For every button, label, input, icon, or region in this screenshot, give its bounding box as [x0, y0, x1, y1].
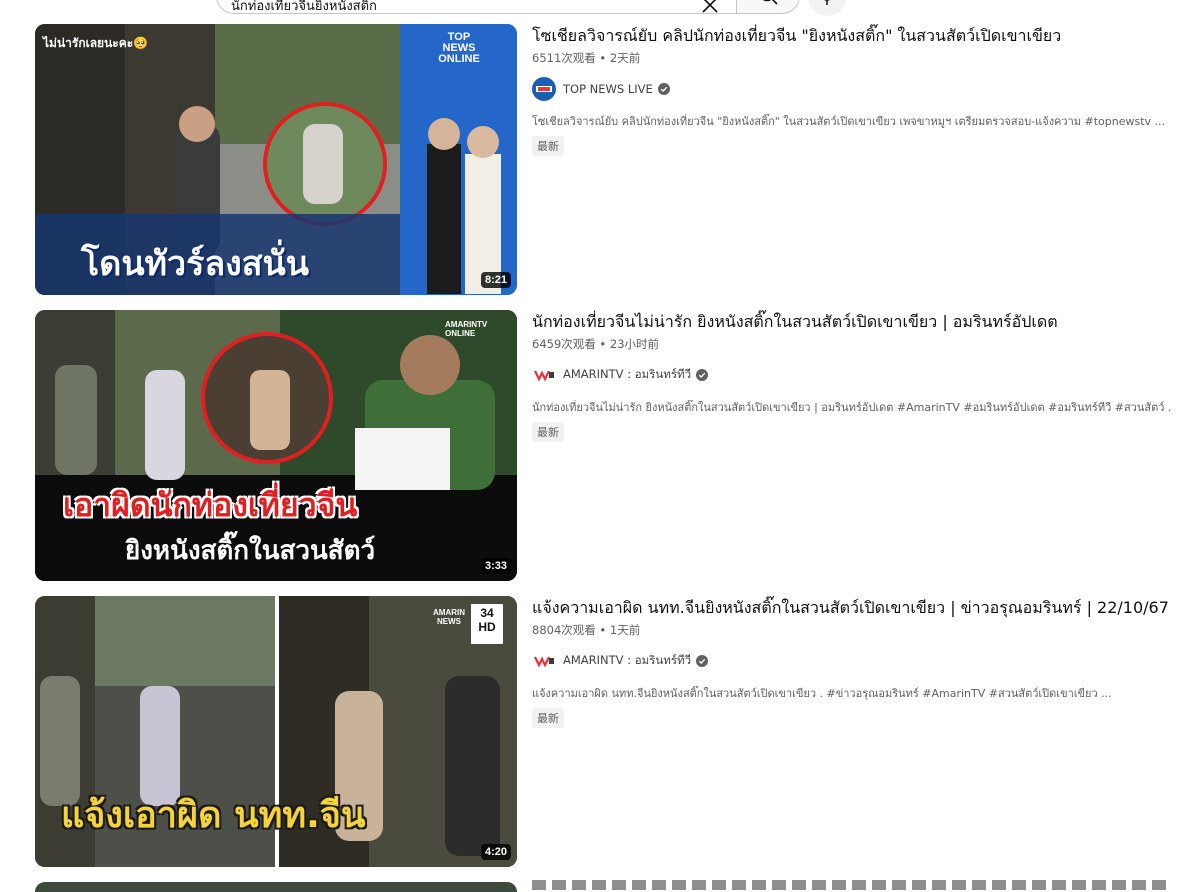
search-input[interactable]: นักท่องเที่ยวจีนยิงหนังสติ๊ก [216, 0, 736, 14]
video-thumbnail[interactable]: ไม่น่ารักเลยนะคะ🥺 โดนทัวร์ลงสนั่น TOP NE… [35, 24, 517, 295]
video-duration: 3:33 [480, 558, 511, 574]
thumbnail-caption: แจ้งเอาผิด นทท.จีน [61, 795, 366, 836]
channel-name[interactable]: AMARINTV : อมรินทร์ทีวี [563, 366, 691, 384]
search-button[interactable] [736, 0, 800, 14]
new-badge: 最新 [532, 422, 564, 442]
channel-logo: AMARINTV ONLINE [445, 320, 488, 338]
top-news-logo-icon [536, 86, 552, 92]
channel-avatar[interactable] [532, 649, 556, 673]
video-description: แจ้งความเอาผิด นทท.จีนยิงหนังสติ๊กในสวนส… [532, 687, 1112, 700]
channel-number-badge: 34 HD [478, 606, 496, 634]
thumbnail-caption-secondary: ยิงหนังสติ๊กในสวนสัตว์ [125, 536, 376, 566]
channel-logo: AMARIN NEWS [433, 608, 465, 626]
amarin-logo-icon [534, 656, 554, 668]
view-count: 6459次观看 [532, 337, 596, 351]
video-title[interactable]: แจ้งความเอาผิด นทท.จีนยิงหนังสติ๊กในสวนส… [532, 597, 1199, 619]
video-title[interactable]: นักท่องเที่ยวจีนไม่น่ารัก ยิงหนังสติ๊กใน… [532, 311, 1199, 333]
verified-icon [696, 369, 709, 381]
close-icon[interactable] [700, 0, 726, 18]
voice-search-button[interactable] [808, 0, 846, 16]
video-info: นักท่องเที่ยวจีนไม่น่ารัก ยิงหนังสติ๊กใน… [532, 310, 1199, 442]
top-search-bar: นักท่องเที่ยวจีนยิงหนังสติ๊ก [0, 0, 1199, 18]
channel-name[interactable]: AMARINTV : อมรินทร์ทีวี [563, 652, 691, 670]
channel-avatar[interactable] [532, 363, 556, 387]
verified-icon [657, 83, 670, 95]
verified-icon [696, 655, 709, 667]
view-count: 6511次观看 [532, 51, 596, 65]
video-duration: 4:20 [480, 844, 511, 860]
thumbnail-caption: เอาผิดนักท่องเที่ยวจีน [63, 486, 358, 524]
video-description: นักท่องเที่ยวจีนไม่น่ารัก ยิงหนังสติ๊กใน… [532, 401, 1172, 414]
mic-icon [824, 0, 830, 5]
view-count: 8804次观看 [532, 623, 596, 637]
video-result[interactable]: แจ้งเอาผิด นทท.จีน AMARIN NEWS 34 HD 4:2… [35, 596, 1199, 868]
video-thumbnail-partial[interactable] [35, 882, 517, 892]
upload-age: 23小时前 [609, 337, 660, 351]
amarin-logo-icon [534, 370, 554, 382]
video-meta: 6511次观看 • 2天前 [532, 51, 641, 65]
channel-row[interactable]: AMARINTV : อมรินทร์ทีวี [532, 363, 1199, 387]
thumbnail-caption: โดนทัวร์ลงสนั่น [81, 244, 310, 284]
new-badge: 最新 [532, 708, 564, 728]
search-query-text: นักท่องเที่ยวจีนยิงหนังสติ๊ก [231, 0, 377, 14]
video-thumbnail[interactable]: เอาผิดนักท่องเที่ยวจีน ยิงหนังสติ๊กในสวน… [35, 310, 517, 581]
channel-avatar[interactable] [532, 77, 556, 101]
channel-logo: TOP NEWS ONLINE [438, 31, 480, 65]
video-duration: 8:21 [480, 272, 511, 288]
video-info: โซเชียลวิจารณ์ยับ คลิปนักท่องเที่ยวจีน "… [532, 24, 1199, 156]
search-icon [762, 0, 778, 5]
channel-row[interactable]: AMARINTV : อมรินทร์ทีวี [532, 649, 1199, 673]
upload-age: 1天前 [609, 623, 641, 637]
new-badge: 最新 [532, 136, 564, 156]
video-thumbnail[interactable]: แจ้งเอาผิด นทท.จีน AMARIN NEWS 34 HD 4:2… [35, 596, 517, 867]
video-title[interactable]: โซเชียลวิจารณ์ยับ คลิปนักท่องเที่ยวจีน "… [532, 25, 1199, 47]
video-result[interactable]: ไม่น่ารักเลยนะคะ🥺 โดนทัวร์ลงสนั่น TOP NE… [35, 24, 1199, 296]
video-meta: 6459次观看 • 23小时前 [532, 337, 660, 351]
video-result[interactable]: เอาผิดนักท่องเที่ยวจีน ยิงหนังสติ๊กในสวน… [35, 310, 1199, 582]
thumbnail-top-text: ไม่น่ารักเลยนะคะ🥺 [43, 36, 149, 50]
channel-name[interactable]: TOP NEWS LIVE [563, 82, 653, 96]
upload-age: 2天前 [609, 51, 641, 65]
video-description: โซเชียลวิจารณ์ยับ คลิปนักท่องเที่ยวจีน "… [532, 115, 1166, 128]
video-meta: 8804次观看 • 1天前 [532, 623, 641, 637]
channel-row[interactable]: TOP NEWS LIVE [532, 77, 1199, 101]
video-info: แจ้งความเอาผิด นทท.จีนยิงหนังสติ๊กในสวนส… [532, 596, 1199, 728]
video-title-partial[interactable] [532, 880, 1172, 890]
